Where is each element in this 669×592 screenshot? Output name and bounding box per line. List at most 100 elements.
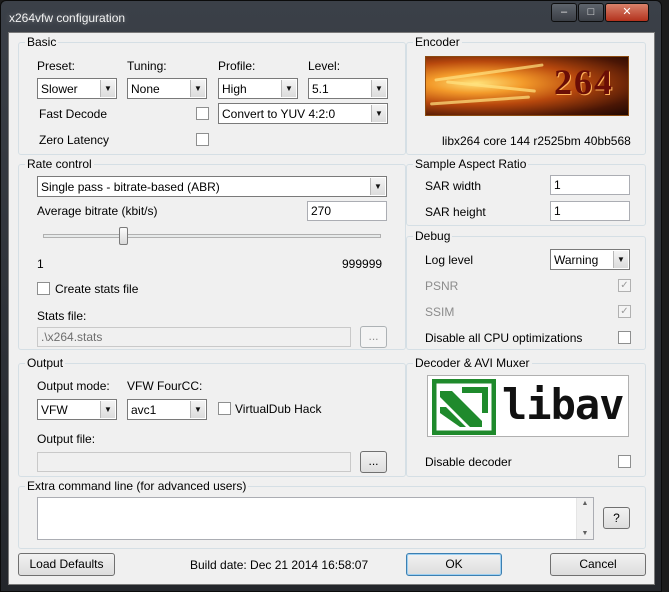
window-title: x264vfw configuration [9, 11, 126, 25]
zero-latency-checkbox[interactable] [196, 133, 209, 146]
tuning-select[interactable]: None ▼ [127, 78, 207, 99]
x264-logo-text: 264 [554, 62, 614, 102]
sar-width-value: 1 [554, 178, 561, 192]
encoder-version: libx264 core 144 r2525bm 40bb568 [442, 134, 631, 148]
libav-logo-text: libav [502, 380, 624, 429]
rate-control-group-title: Rate control [25, 157, 94, 171]
extra-command-line-group: Extra command line (for advanced users) … [18, 479, 646, 549]
disable-decoder-checkbox[interactable] [618, 455, 631, 468]
extra-command-line-input[interactable]: ▲ ▼ [37, 497, 594, 540]
load-defaults-button[interactable]: Load Defaults [18, 553, 115, 576]
fast-decode-checkbox[interactable] [196, 107, 209, 120]
decoder-group-title: Decoder & AVI Muxer [413, 356, 532, 370]
psnr-label: PSNR [425, 279, 459, 293]
sar-height-value: 1 [554, 204, 561, 218]
log-level-label: Log level [425, 253, 474, 267]
average-bitrate-label: Average bitrate (kbit/s) [37, 204, 158, 218]
flame-streak [434, 63, 544, 82]
output-file-browse-button[interactable]: ... [360, 451, 387, 473]
fourcc-select[interactable]: avc1 ▼ [127, 399, 207, 420]
output-file-input[interactable] [37, 452, 351, 472]
rate-control-group: Rate control Single pass - bitrate-based… [18, 157, 406, 350]
fast-decode-label: Fast Decode [39, 107, 108, 121]
fourcc-label: VFW FourCC: [127, 379, 203, 393]
help-button[interactable]: ? [603, 507, 630, 529]
chevron-down-icon[interactable]: ▼ [100, 80, 115, 97]
preset-select[interactable]: Slower ▼ [37, 78, 117, 99]
debug-group: Debug Log level Warning ▼ PSNR ✓ SSIM ✓ … [406, 229, 646, 350]
scroll-down-icon[interactable]: ▼ [577, 530, 593, 537]
chevron-down-icon[interactable]: ▼ [371, 105, 386, 122]
sar-height-label: SAR height [425, 205, 486, 219]
title-bar[interactable]: x264vfw configuration – □ ✕ [1, 1, 663, 33]
create-stats-checkbox[interactable] [37, 282, 50, 295]
preset-value: Slower [41, 82, 78, 96]
debug-group-title: Debug [413, 229, 453, 243]
profile-value: High [222, 82, 247, 96]
chevron-down-icon[interactable]: ▼ [190, 401, 205, 418]
disable-cpu-label: Disable all CPU optimizations [425, 331, 583, 345]
dialog-window: x264vfw configuration – □ ✕ Basic Preset… [0, 0, 662, 592]
tuning-value: None [131, 82, 160, 96]
output-group-title: Output [25, 356, 66, 370]
average-bitrate-value: 270 [311, 204, 332, 218]
disable-decoder-label: Disable decoder [425, 455, 512, 469]
stats-file-value: .\x264.stats [41, 330, 103, 344]
libav-logo: libav [427, 375, 629, 437]
slider-min-label: 1 [37, 257, 44, 271]
fourcc-value: avc1 [131, 403, 157, 417]
ssim-checkbox[interactable]: ✓ [618, 305, 631, 318]
average-bitrate-input[interactable]: 270 [307, 201, 387, 221]
chevron-down-icon[interactable]: ▼ [371, 80, 386, 97]
decoder-avi-muxer-group: Decoder & AVI Muxer libav Disable decode… [406, 356, 646, 477]
chevron-down-icon[interactable]: ▼ [100, 401, 115, 418]
build-date-label: Build date: Dec 21 2014 16:58:07 [190, 558, 369, 572]
sar-width-input[interactable]: 1 [550, 175, 630, 195]
chevron-down-icon[interactable]: ▼ [613, 251, 628, 268]
output-mode-value: VFW [41, 403, 68, 417]
log-level-value: Warning [554, 253, 599, 267]
dialog-client-area: Basic Preset: Slower ▼ Tuning: None ▼ Pr… [8, 32, 655, 585]
basic-group-title: Basic [25, 35, 59, 49]
maximize-button[interactable]: □ [578, 3, 604, 22]
close-button[interactable]: ✕ [605, 3, 649, 22]
rate-control-mode-value: Single pass - bitrate-based (ABR) [41, 180, 220, 194]
profile-select[interactable]: High ▼ [218, 78, 298, 99]
log-level-select[interactable]: Warning ▼ [550, 249, 630, 270]
create-stats-label: Create stats file [55, 282, 139, 296]
colorspace-select[interactable]: Convert to YUV 4:2:0 ▼ [218, 103, 388, 124]
ok-button[interactable]: OK [406, 553, 502, 576]
output-file-label: Output file: [37, 432, 96, 446]
colorspace-value: Convert to YUV 4:2:0 [222, 107, 336, 121]
cancel-button[interactable]: Cancel [550, 553, 646, 576]
minimize-button[interactable]: – [551, 3, 577, 22]
chevron-down-icon[interactable]: ▼ [190, 80, 205, 97]
psnr-checkbox[interactable]: ✓ [618, 279, 631, 292]
chevron-down-icon[interactable]: ▼ [281, 80, 296, 97]
ssim-label: SSIM [425, 305, 455, 319]
bitrate-slider-thumb[interactable] [119, 227, 128, 245]
level-select[interactable]: 5.1 ▼ [308, 78, 388, 99]
scroll-up-icon[interactable]: ▲ [577, 500, 593, 507]
output-mode-label: Output mode: [37, 379, 110, 393]
output-mode-select[interactable]: VFW ▼ [37, 399, 117, 420]
rate-control-mode-select[interactable]: Single pass - bitrate-based (ABR) ▼ [37, 176, 387, 197]
flame-streak [430, 95, 530, 106]
stats-file-browse-button[interactable]: ... [360, 326, 387, 348]
disable-cpu-checkbox[interactable] [618, 331, 631, 344]
sar-height-input[interactable]: 1 [550, 201, 630, 221]
slider-max-label: 999999 [342, 257, 383, 271]
stats-file-label: Stats file: [37, 309, 87, 323]
flame-streak [446, 80, 536, 93]
virtualdub-hack-label: VirtualDub Hack [235, 402, 322, 416]
extra-command-line-scrollbar[interactable]: ▲ ▼ [576, 498, 593, 539]
virtualdub-hack-checkbox[interactable] [218, 402, 231, 415]
zero-latency-label: Zero Latency [39, 133, 110, 147]
stats-file-input[interactable]: .\x264.stats [37, 327, 351, 347]
bitrate-slider-track[interactable] [43, 234, 381, 238]
profile-label: Profile: [218, 59, 256, 73]
libav-mark-icon [432, 379, 496, 435]
chevron-down-icon[interactable]: ▼ [370, 178, 385, 195]
encoder-group-title: Encoder [413, 35, 462, 49]
extra-group-title: Extra command line (for advanced users) [25, 479, 249, 493]
